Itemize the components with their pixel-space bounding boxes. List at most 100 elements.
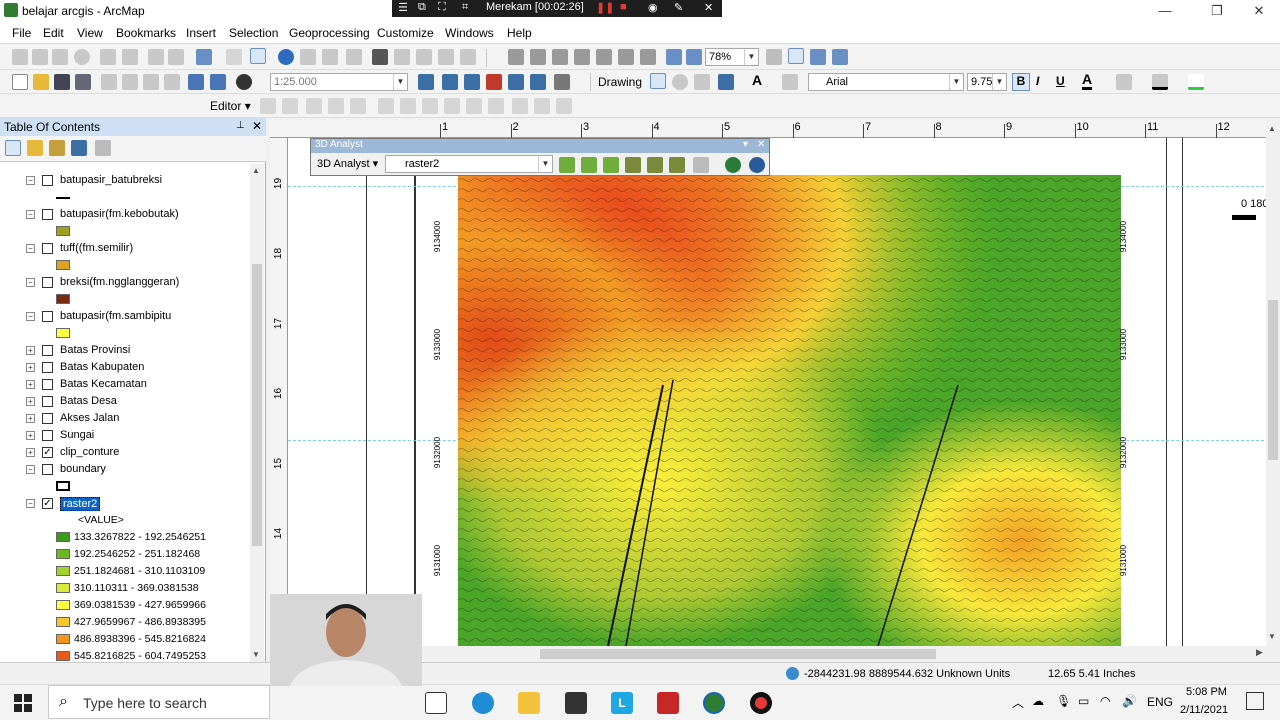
zoom-combo[interactable]: 78% ▼ [705, 48, 759, 66]
previous-extent-icon[interactable] [666, 49, 682, 65]
toc-layer-row[interactable]: + Akses Jalan [0, 410, 250, 427]
expand-toggle[interactable]: − [26, 312, 35, 321]
chevron-down-icon[interactable]: ▼ [393, 74, 407, 90]
layout-zoom-out-icon[interactable] [530, 49, 546, 65]
drawing-menu[interactable]: Drawing [598, 75, 642, 89]
layer-name[interactable]: Batas Kecamatan [60, 378, 147, 390]
expand-toggle[interactable]: + [26, 414, 35, 423]
raster-class-swatch[interactable] [56, 600, 70, 610]
notification-icon[interactable] [1246, 692, 1264, 710]
raster-class-swatch[interactable] [56, 566, 70, 576]
maximize-button[interactable]: ❐ [1194, 0, 1240, 22]
3d-analyst-menu[interactable]: 3D Analyst ▾ [317, 157, 378, 170]
cut-polygons-icon[interactable] [422, 98, 438, 114]
data-driven-pages-icon[interactable] [832, 49, 848, 65]
layer-visibility-checkbox[interactable] [42, 430, 53, 441]
full-extent-icon[interactable] [74, 49, 90, 65]
expand-toggle[interactable]: − [26, 465, 35, 474]
toc-options-icon[interactable] [95, 140, 111, 156]
show-hidden-icons[interactable]: ︿ [1012, 694, 1024, 711]
menu-customize[interactable]: Customize [377, 26, 434, 40]
raster-class-swatch[interactable] [56, 617, 70, 627]
scroll-thumb[interactable] [540, 649, 936, 659]
raster-class-row[interactable]: 133.3267822 - 192.2546251 [0, 529, 250, 546]
region-icon[interactable]: ⌗ [462, 1, 468, 14]
close-icon[interactable]: ✕ [757, 139, 765, 150]
raster-class-swatch[interactable] [56, 532, 70, 542]
select-features-icon[interactable] [196, 49, 212, 65]
cut-icon[interactable] [101, 74, 117, 90]
toc-layer-row[interactable]: − boundary [0, 461, 250, 478]
taskbar-search-box[interactable]: ⌕ Type here to search [48, 685, 270, 719]
redo-icon[interactable] [210, 74, 226, 90]
trace-icon[interactable] [350, 98, 366, 114]
editor-options-icon[interactable] [556, 98, 572, 114]
raster-class-row[interactable]: 427.9659967 - 486.8938395 [0, 614, 250, 631]
layer-visibility-checkbox[interactable] [42, 345, 53, 356]
raster-class-row[interactable]: 251.1824681 - 310.1103109 [0, 563, 250, 580]
fullscreen-icon[interactable]: ⛶ [438, 1, 446, 14]
raster-class-row[interactable]: 486.8938396 - 545.8216824 [0, 631, 250, 648]
layer-visibility-checkbox[interactable] [42, 175, 53, 186]
edit-vertices-icon[interactable] [378, 98, 394, 114]
select-elements-icon[interactable] [250, 48, 266, 64]
split-icon[interactable] [444, 98, 460, 114]
layer-name[interactable]: Akses Jalan [60, 412, 119, 424]
raster-class-row[interactable]: 192.2546252 - 251.182468 [0, 546, 250, 563]
straight-segment-icon[interactable] [306, 98, 322, 114]
layer-symbol-swatch[interactable] [56, 481, 70, 491]
next-extent-icon[interactable] [686, 49, 702, 65]
layer-name[interactable]: Sungai [60, 429, 94, 441]
layer-symbol-swatch[interactable] [56, 294, 70, 304]
expand-toggle[interactable]: − [26, 176, 35, 185]
layer-name[interactable]: batupasir_batubreksi [60, 174, 162, 186]
language-indicator[interactable]: ENG [1147, 695, 1173, 709]
sketch-properties-icon[interactable] [512, 98, 528, 114]
fixed-layout-zoom-in-icon[interactable] [618, 49, 634, 65]
rotate-icon[interactable] [672, 74, 688, 90]
undo-icon[interactable] [188, 74, 204, 90]
close-recorder-icon[interactable]: ✕ [704, 1, 713, 14]
scroll-up-icon[interactable]: ▲ [252, 166, 260, 175]
menu-help[interactable]: Help [507, 26, 532, 40]
windows-start-icon[interactable] [14, 694, 32, 712]
3d-analyst-title-bar[interactable]: 3D Analyst ▾ ✕ [311, 139, 769, 153]
arctoolbox-icon[interactable] [486, 74, 502, 90]
raster-class-row[interactable]: 545.8216825 - 604.7495253 [0, 648, 250, 662]
list-by-drawing-order-icon[interactable] [5, 140, 21, 156]
toc-layer-row[interactable]: + ✓ clip_conture [0, 444, 250, 461]
chevron-down-icon[interactable]: ▼ [538, 156, 552, 172]
layer-visibility-checkbox[interactable] [42, 413, 53, 424]
interpolate-point-icon[interactable] [625, 157, 641, 173]
recorder-icon[interactable] [750, 692, 772, 714]
arcglobe-icon[interactable] [749, 157, 765, 173]
model-builder-icon[interactable] [554, 74, 570, 90]
menu-bookmarks[interactable]: Bookmarks [116, 26, 176, 40]
battery-icon[interactable]: ▭ [1078, 694, 1089, 708]
expand-toggle[interactable]: + [26, 431, 35, 440]
toc-layer-row[interactable]: − batupasir(fm.sambipitu [0, 308, 250, 325]
list-by-source-icon[interactable] [27, 140, 43, 156]
text-tool-icon[interactable]: A [752, 72, 762, 88]
clock-time[interactable]: 5:08 PM [1186, 686, 1227, 698]
font-color-icon[interactable]: A [1082, 71, 1093, 90]
font-combo[interactable]: Arial ▼ [808, 73, 964, 91]
raster-class-row[interactable]: 310.110311 - 369.0381538 [0, 580, 250, 597]
fixed-layout-zoom-out-icon[interactable] [640, 49, 656, 65]
print-icon[interactable] [75, 74, 91, 90]
raster2-map-display[interactable] [458, 175, 1121, 646]
volume-icon[interactable]: 🔊 [1122, 694, 1137, 708]
expand-toggle[interactable]: − [26, 278, 35, 287]
menu-icon[interactable]: ☰ [398, 1, 408, 14]
python-icon[interactable] [508, 74, 524, 90]
fill-color-icon[interactable] [1116, 74, 1132, 90]
measure-icon[interactable] [346, 49, 362, 65]
clear-selection-icon[interactable] [226, 49, 242, 65]
zoom-in-icon[interactable] [12, 49, 28, 65]
scroll-down-icon[interactable]: ▼ [1268, 632, 1276, 641]
new-polyline-icon[interactable] [718, 74, 734, 90]
attributes-icon[interactable] [488, 98, 504, 114]
marker-color-icon[interactable] [1188, 74, 1204, 90]
layout-view[interactable]: 1 2 3 4 5 6 7 8 9 10 11 12 19 18 17 16 15 14 [270, 120, 1274, 646]
contour-icon[interactable] [559, 157, 575, 173]
